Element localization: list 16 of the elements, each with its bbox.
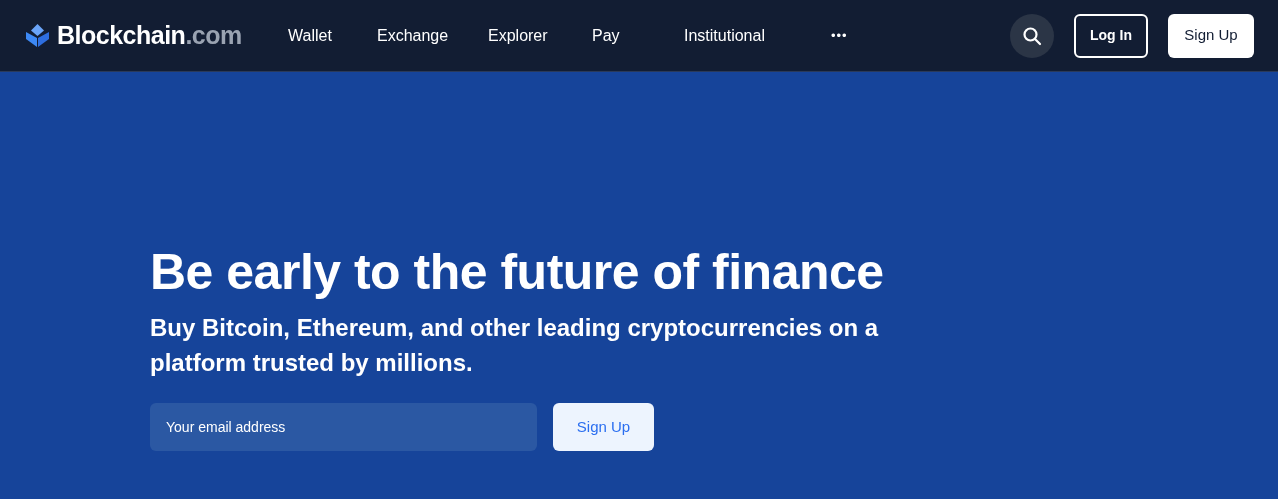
hero-subtitle: Buy Bitcoin, Ethereum, and other leading cryptocurrencies on a platform trusted by millions. (150, 313, 880, 378)
search-button[interactable] (1010, 13, 1054, 58)
sign-up-button[interactable]: Sign Up (1168, 13, 1254, 58)
nav-link[interactable]: Explorer (488, 23, 592, 48)
nav-link[interactable]: Exchange (377, 23, 488, 48)
nav-link[interactable]: Wallet (288, 23, 377, 48)
search-icon (1022, 25, 1042, 46)
nav-link[interactable]: Institutional (684, 23, 813, 48)
sign-up-button[interactable]: Sign Up (553, 403, 654, 451)
logo-icon (25, 23, 50, 48)
log-in-button[interactable]: Log In (1074, 13, 1148, 58)
more-menu-button[interactable]: ••• (831, 25, 848, 46)
nav-link[interactable]: Pay (592, 23, 684, 48)
email-field[interactable]: Your email address (150, 403, 537, 451)
hero-heading: Be early to the future of finance (150, 243, 885, 302)
logo-text[interactable]: Blockchain.com (57, 16, 242, 55)
